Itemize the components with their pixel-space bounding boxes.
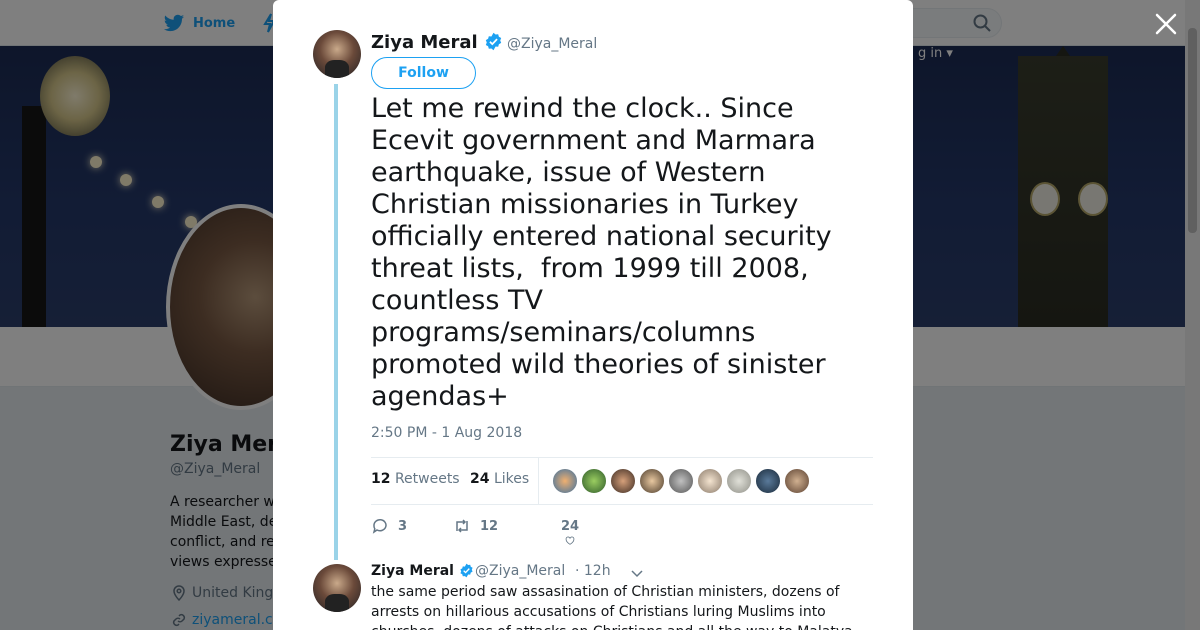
retweet-button[interactable]: 12 (453, 517, 498, 535)
liker-avatar[interactable] (668, 468, 694, 494)
retweets-stat[interactable]: 12 Retweets (371, 471, 460, 487)
liker-avatar[interactable] (697, 468, 723, 494)
likes-count: 24 (470, 471, 490, 487)
tweet-actions: 3 12 24 (371, 515, 791, 545)
like-button[interactable]: 24 (561, 519, 579, 546)
tweet-modal: Ziya Meral @Ziya_Meral Follow Let me rew… (273, 0, 913, 630)
reply-author-avatar[interactable] (313, 564, 361, 612)
tweet-author-name[interactable]: Ziya Meral (371, 32, 503, 53)
retweet-icon (456, 519, 468, 533)
reply-timestamp[interactable]: · 12h (575, 563, 611, 579)
tweet-text: Let me rewind the clock.. Since Ecevit g… (371, 93, 841, 412)
tweet-timestamp[interactable]: 2:50 PM - 1 Aug 2018 (371, 425, 522, 441)
reply-author-name-text[interactable]: Ziya Meral (371, 563, 454, 579)
reply-icon (372, 518, 387, 534)
liker-avatar[interactable] (726, 468, 752, 494)
retweets-label: Retweets (394, 471, 460, 487)
verified-icon (485, 32, 502, 51)
reply-author-handle[interactable]: @Ziya_Meral (475, 563, 565, 579)
verified-icon (460, 563, 473, 578)
likes-stat[interactable]: 24 Likes (470, 471, 529, 487)
liker-avatar[interactable] (755, 468, 781, 494)
chevron-down-icon[interactable] (629, 565, 645, 581)
retweets-count: 12 (371, 471, 391, 487)
liker-avatar[interactable] (784, 468, 810, 494)
tweet-author-name-text[interactable]: Ziya Meral (371, 32, 478, 53)
liker-avatar[interactable] (639, 468, 665, 494)
heart-icon (565, 536, 575, 545)
reply-text: the same period saw assasination of Chri… (371, 584, 853, 630)
thread-connector-line (334, 84, 338, 560)
liker-avatar[interactable] (581, 468, 607, 494)
likes-label: Likes (493, 471, 530, 487)
like-count: 24 (561, 519, 580, 534)
liker-avatar[interactable] (552, 468, 578, 494)
tweet-stats: 12 Retweets 24 Likes (371, 457, 873, 505)
liker-avatar[interactable] (610, 468, 636, 494)
reply-button[interactable]: 3 (371, 517, 407, 535)
reply-author-name[interactable]: Ziya Meral (371, 563, 474, 579)
follow-button[interactable]: Follow (371, 57, 476, 89)
close-icon[interactable] (1152, 10, 1180, 38)
tweet-author-handle[interactable]: @Ziya_Meral (507, 36, 597, 52)
tweet-author-avatar[interactable] (313, 30, 361, 78)
reply-count: 3 (398, 518, 408, 534)
retweet-count: 12 (480, 518, 499, 534)
